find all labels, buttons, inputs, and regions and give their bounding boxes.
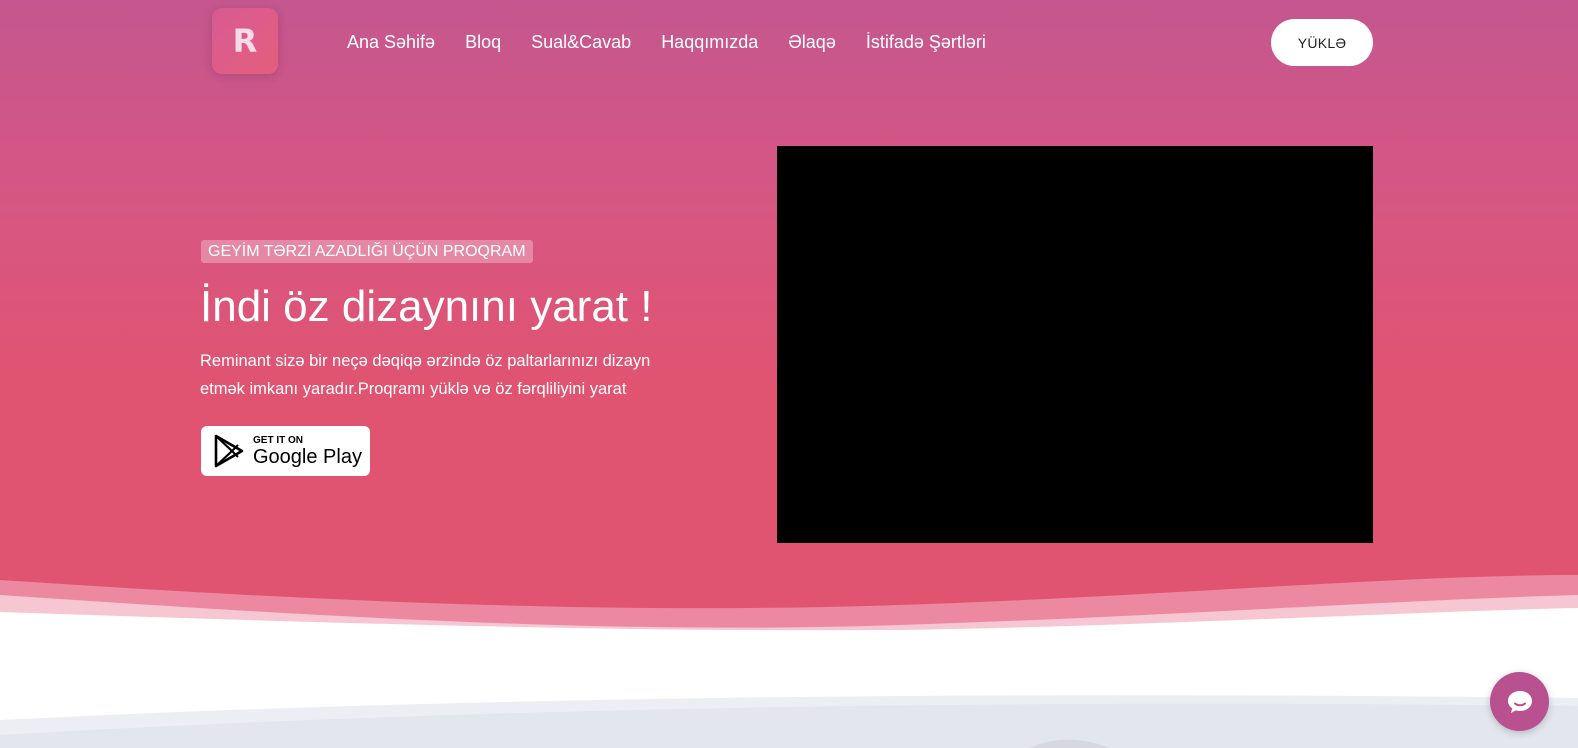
google-play-small-label: GET IT ON xyxy=(253,434,303,446)
brand-logo[interactable]: R xyxy=(212,8,278,74)
nav-home[interactable]: Ana Səhifə xyxy=(347,30,435,54)
nav-blog[interactable]: Bloq xyxy=(465,30,501,54)
hero-description: Reminant sizə bir neçə dəqiqə ərzində öz… xyxy=(200,352,651,398)
google-play-icon xyxy=(214,434,244,468)
hero-wave xyxy=(0,575,1578,680)
hero-badge: GEYİM TƏRZİ AZADLIĞI ÜÇÜN PROQRAM xyxy=(201,240,533,263)
chat-bubble-icon xyxy=(1507,690,1532,713)
page: R Ana Səhifə Bloq Sual&Cavab Haqqımızda … xyxy=(0,0,1578,748)
google-play-label: Google Play xyxy=(253,445,362,468)
main-nav: Ana Səhifə Bloq Sual&Cavab Haqqımızda Əl… xyxy=(347,30,1016,54)
google-play-button[interactable]: GET IT ON Google Play xyxy=(201,426,370,476)
nav-faq[interactable]: Sual&Cavab xyxy=(531,30,631,54)
hero-headline: İndi öz dizaynını yarat ! xyxy=(200,282,653,331)
download-button[interactable]: YÜKLƏ xyxy=(1271,19,1373,66)
logo-letter: R xyxy=(232,22,258,60)
nav-about[interactable]: Haqqımızda xyxy=(661,30,758,54)
nav-contact[interactable]: Əlaqə xyxy=(788,30,836,54)
chat-button[interactable] xyxy=(1490,672,1549,731)
video-player[interactable] xyxy=(777,146,1373,543)
section-divider xyxy=(0,695,1578,748)
nav-terms[interactable]: İstifadə Şərtləri xyxy=(866,30,986,54)
